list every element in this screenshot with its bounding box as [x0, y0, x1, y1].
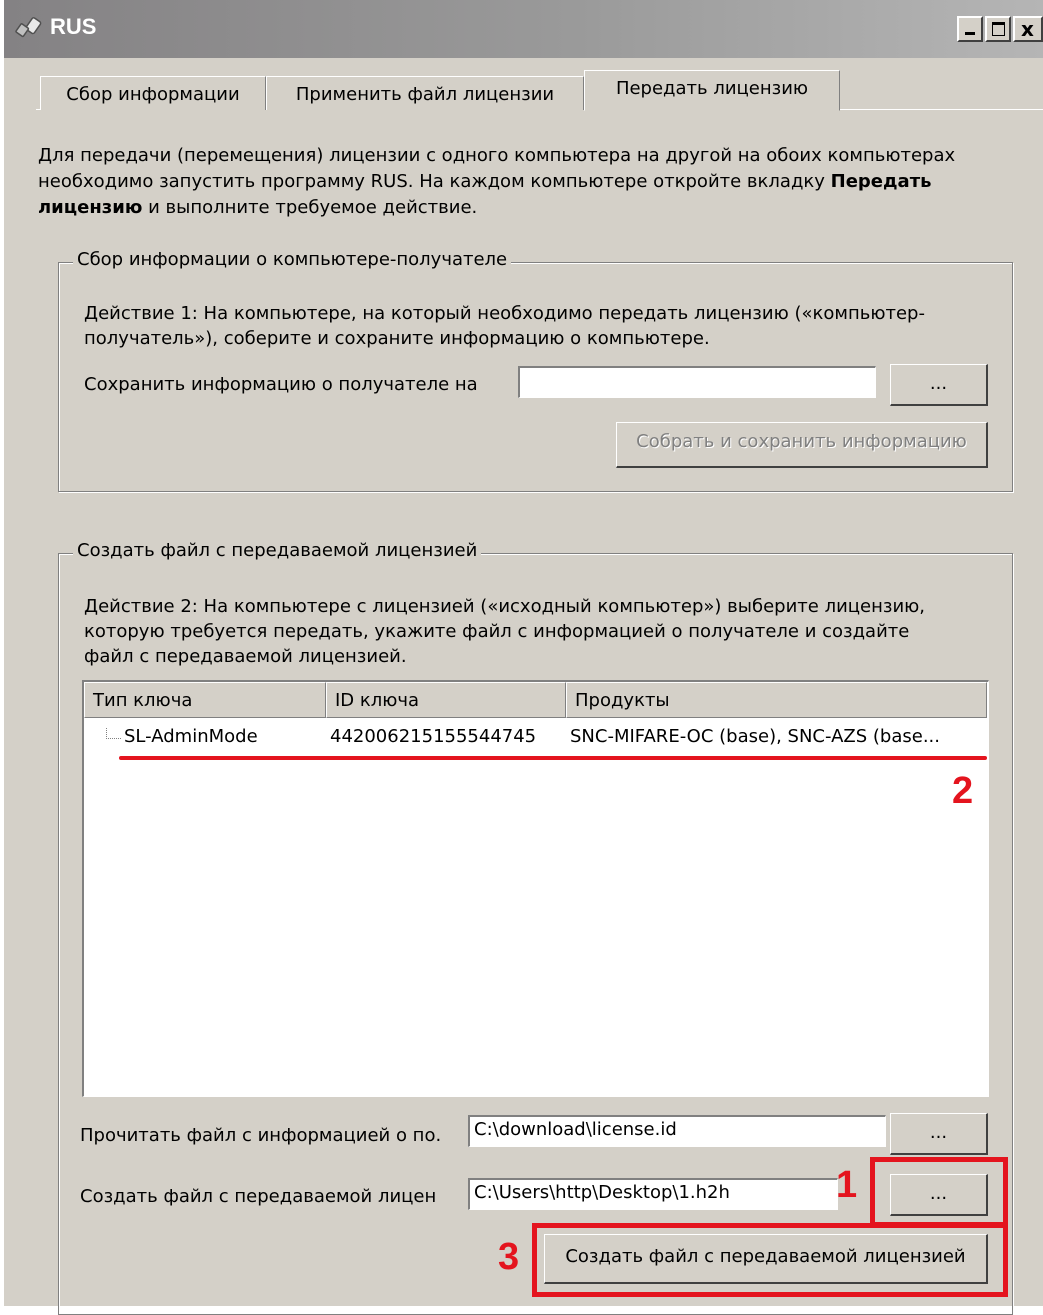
annotation-underline [119, 756, 987, 760]
column-header-products[interactable]: Продукты [566, 682, 987, 718]
column-header-key-id[interactable]: ID ключа [326, 682, 566, 718]
annotation-marker-1: 1 [836, 1164, 858, 1206]
maximize-button[interactable] [985, 16, 1011, 42]
annotation-box-3 [532, 1223, 1008, 1297]
annotation-marker-3: 3 [498, 1236, 520, 1278]
tab-apply-license-file[interactable]: Применить файл лицензии [266, 76, 584, 110]
receiver-description: Действие 1: На компьютере, на который не… [84, 303, 925, 349]
tab-transfer-license[interactable]: Передать лицензию [584, 70, 840, 111]
title-bar[interactable]: RUS x [4, 0, 1043, 58]
close-icon: x [1021, 17, 1034, 41]
license-row-key-id[interactable]: 442006215155544745 [330, 726, 536, 747]
intro-text: Для передачи (перемещения) лицензии с од… [38, 145, 956, 218]
minimize-button[interactable] [957, 16, 983, 42]
create-description: Действие 2: На компьютере с лицензией («… [84, 596, 926, 667]
create-group-legend: Создать файл с передаваемой лицензией [73, 540, 482, 561]
license-row-key-type[interactable]: SL-AdminMode [124, 726, 258, 747]
create-transfer-file-label: Создать файл с передаваемой лицен [80, 1186, 437, 1207]
receiver-save-path-input[interactable] [518, 366, 876, 398]
read-receiver-file-label: Прочитать файл с информацией о по. [80, 1125, 442, 1146]
collect-save-button[interactable]: Собрать и сохранить информацию [616, 422, 988, 468]
app-usb-key-icon [15, 17, 42, 38]
column-header-key-type[interactable]: Тип ключа [84, 682, 326, 718]
receiver-file-browse-button[interactable]: ... [890, 1113, 988, 1155]
license-row-products[interactable]: SNC-MIFARE-OC (base), SNC-AZS (base... [570, 726, 985, 747]
receiver-file-input[interactable]: C:\download\license.id [468, 1115, 886, 1147]
save-receiver-label: Сохранить информацию о получателе на [84, 374, 478, 395]
receiver-group-legend: Сбор информации о компьютере-получателе [73, 249, 512, 270]
annotation-box-1 [870, 1157, 1008, 1227]
rus-window: RUS x Сбор информации Применить файл лиц… [4, 0, 1043, 1315]
window-title: RUS [50, 14, 97, 39]
close-button[interactable]: x [1013, 16, 1043, 42]
tree-connector [106, 728, 121, 739]
transfer-file-input[interactable]: C:\Users\http\Desktop\1.h2h [468, 1178, 838, 1210]
annotation-marker-2: 2 [952, 770, 974, 812]
tab-collect-info[interactable]: Сбор информации [40, 76, 266, 110]
license-list[interactable]: Тип ключа ID ключа Продукты SL-AdminMode… [82, 680, 989, 1097]
receiver-browse-button[interactable]: ... [890, 364, 988, 406]
